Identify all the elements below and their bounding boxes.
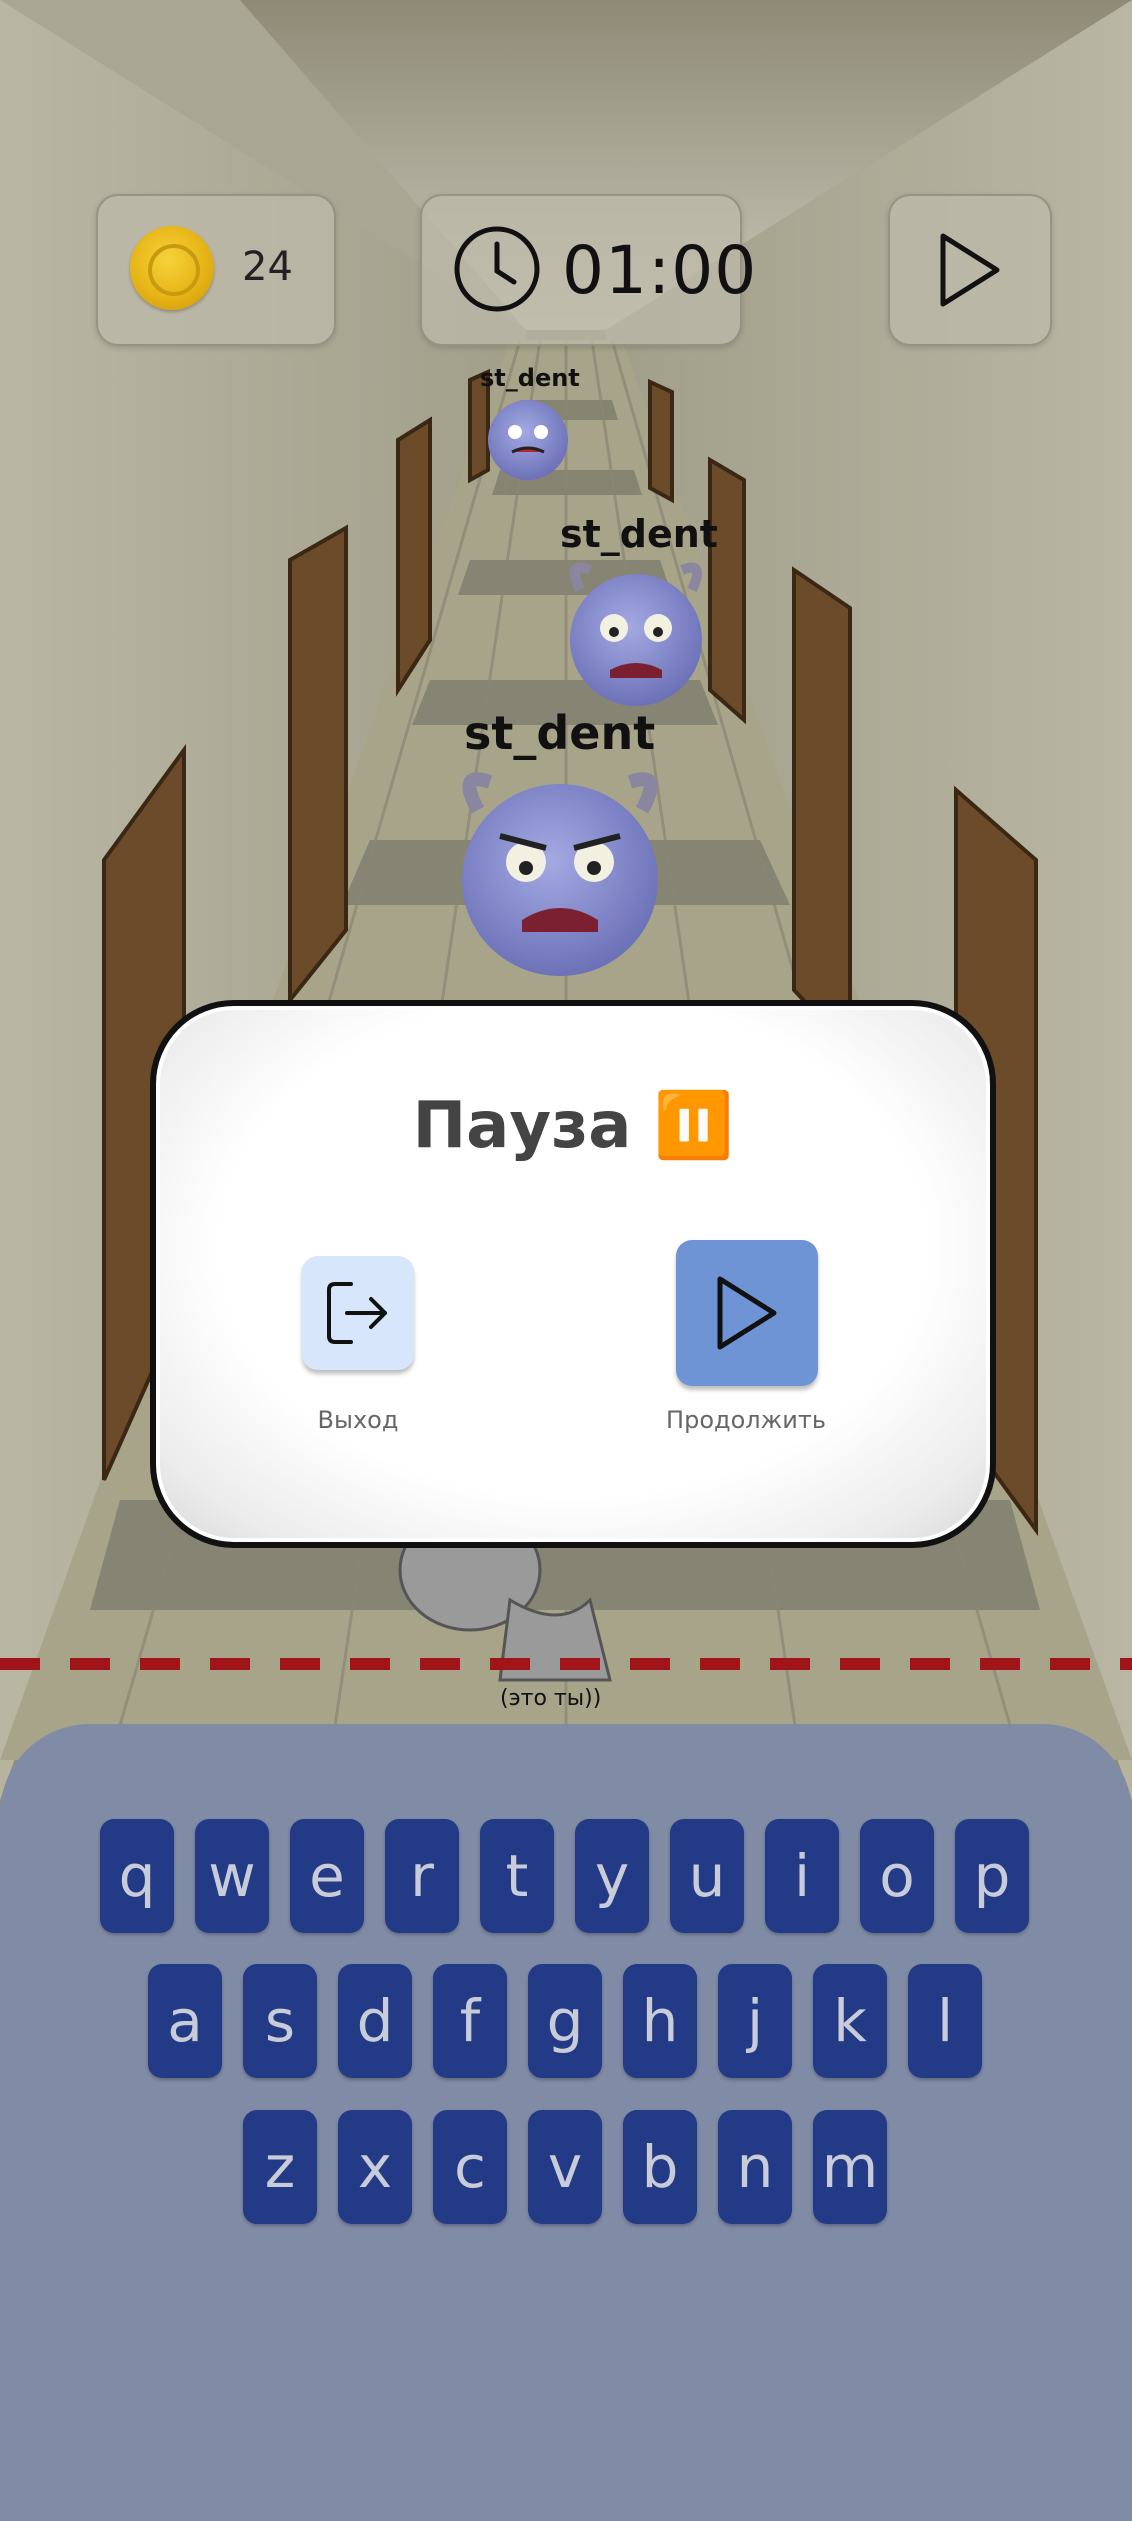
key-e[interactable]: e <box>290 1819 364 1933</box>
key-o[interactable]: o <box>860 1819 934 1933</box>
key-g[interactable]: g <box>528 1964 602 2078</box>
key-k[interactable]: k <box>813 1964 887 2078</box>
coin-count: 24 <box>242 244 293 290</box>
key-y[interactable]: y <box>575 1819 649 1933</box>
exit-icon <box>327 1282 387 1344</box>
continue-label: Продолжить <box>666 1406 826 1434</box>
key-x[interactable]: x <box>338 2110 412 2224</box>
key-j[interactable]: j <box>718 1964 792 2078</box>
key-f[interactable]: f <box>433 1964 507 2078</box>
key-t[interactable]: t <box>480 1819 554 1933</box>
key-b[interactable]: b <box>623 2110 697 2224</box>
monster-label: st_dent <box>464 706 656 760</box>
resume-play-button[interactable] <box>888 194 1052 346</box>
key-m[interactable]: m <box>813 2110 887 2224</box>
timer-display: 01:00 <box>420 194 756 346</box>
key-s[interactable]: s <box>243 1964 317 2078</box>
key-q[interactable]: q <box>100 1819 174 1933</box>
key-c[interactable]: c <box>433 2110 507 2224</box>
exit-button[interactable] <box>302 1256 414 1370</box>
coin-icon <box>130 226 214 310</box>
coin-counter: 24 <box>96 194 336 346</box>
key-v[interactable]: v <box>528 2110 602 2224</box>
player-label: (это ты)) <box>500 1686 602 1711</box>
key-l[interactable]: l <box>908 1964 982 2078</box>
key-w[interactable]: w <box>195 1819 269 1933</box>
key-a[interactable]: a <box>148 1964 222 2078</box>
timer-text: 01:00 <box>562 232 758 309</box>
pause-title: Пауза ⏸️ <box>412 1089 734 1163</box>
key-r[interactable]: r <box>385 1819 459 1933</box>
key-n[interactable]: n <box>718 2110 792 2224</box>
on-screen-keyboard: qwertyuiop asdfghjkl zxcvbnm <box>0 1724 1132 2521</box>
key-z[interactable]: z <box>243 2110 317 2224</box>
play-icon <box>940 233 1000 307</box>
exit-label: Выход <box>317 1406 399 1434</box>
play-icon <box>717 1276 777 1350</box>
clock-icon <box>454 226 540 312</box>
monster-far <box>488 400 568 480</box>
monster-label: st_dent <box>560 512 718 556</box>
key-p[interactable]: p <box>955 1819 1029 1933</box>
key-i[interactable]: i <box>765 1819 839 1933</box>
continue-button[interactable] <box>676 1240 818 1386</box>
key-d[interactable]: d <box>338 1964 412 2078</box>
monster-label: st_dent <box>480 364 580 392</box>
key-h[interactable]: h <box>623 1964 697 2078</box>
key-u[interactable]: u <box>670 1819 744 1933</box>
pause-dialog: Пауза ⏸️ Выход Продолжить <box>150 1000 996 1548</box>
